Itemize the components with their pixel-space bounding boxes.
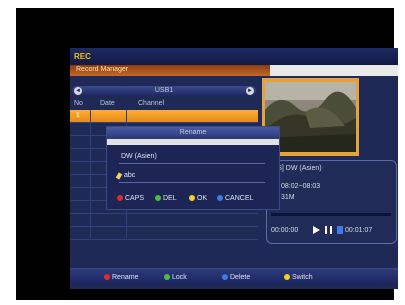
switch-label: Switch [292,273,313,281]
switch-button[interactable]: Switch [284,271,313,283]
delete-char-button[interactable]: DEL [155,192,177,204]
page-title: REC [74,52,91,61]
del-label: DEL [163,194,177,202]
dialog-header: Rename [107,127,279,139]
caps-button[interactable]: CAPS [117,192,144,204]
stop-icon[interactable] [337,226,343,234]
ok-button[interactable]: OK [189,192,207,204]
delete-label: Delete [230,273,251,281]
play-icon[interactable] [313,226,320,234]
pencil-icon [115,172,123,180]
playback-progress-bar[interactable] [271,213,391,216]
field-underline [119,163,265,164]
playback-start-time: 00:00:00 [271,227,299,234]
lock-label: Lock [172,273,187,281]
footer-action-bar: Rename Lock Delete Switch [70,268,398,284]
column-header-no: No [74,100,83,107]
device-selector[interactable]: ◄ USB1 ► [72,86,256,96]
rename-dialog: Rename DW (Asien) abc CAPS DEL OK CANCEL [106,126,280,210]
rename-input[interactable]: abc [124,172,135,179]
rename-label: Rename [112,273,139,281]
lock-button[interactable]: Lock [164,271,187,283]
caps-label: CAPS [125,194,145,202]
info-size: 31M [281,194,295,201]
yellow-key-icon [189,195,195,201]
info-time-range: 08:02~08:03 [281,183,321,190]
yellow-key-icon [284,274,290,280]
dialog-title: Rename [179,129,207,136]
original-name-label: DW (Asien) [121,153,157,160]
cancel-label: CANCEL [225,194,254,202]
arrow-right-icon[interactable]: ► [246,87,254,95]
delete-button[interactable]: Delete [222,271,250,283]
recording-info-panel: [TS] DW (Asien) 08:02~08:03 31M 00:00:00… [266,160,397,244]
table-row[interactable] [70,214,258,227]
subtitle-bar: Record Manager [70,65,398,76]
column-divider [90,110,91,238]
green-key-icon [155,195,161,201]
column-header-date: Date [100,100,115,107]
pause-icon[interactable] [325,226,332,234]
page-subtitle: Record Manager [76,66,129,73]
blue-key-icon [217,195,223,201]
playback-end-time: 00:01:07 [345,227,373,234]
ok-label: OK [197,194,208,202]
dialog-divider [107,139,279,145]
subtitle-divider [270,65,398,76]
title-bar: REC [70,48,398,65]
green-key-icon [164,274,170,280]
input-underline [119,182,265,183]
table-row[interactable] [70,227,258,240]
red-key-icon [117,195,123,201]
rename-button[interactable]: Rename [104,271,138,283]
tv-frame: REC Record Manager ◄ USB1 ► No Date Chan… [16,8,398,300]
record-manager-screen: REC Record Manager ◄ USB1 ► No Date Chan… [70,48,398,289]
red-key-icon [104,274,110,280]
row-number: 1 [76,112,80,119]
blue-key-icon [222,274,228,280]
table-row[interactable]: 1 [70,110,258,123]
dialog-actions: CAPS DEL OK CANCEL [113,192,278,204]
column-header-channel: Channel [138,100,165,107]
cancel-button[interactable]: CANCEL [217,192,253,204]
device-label: USB1 [154,87,174,94]
